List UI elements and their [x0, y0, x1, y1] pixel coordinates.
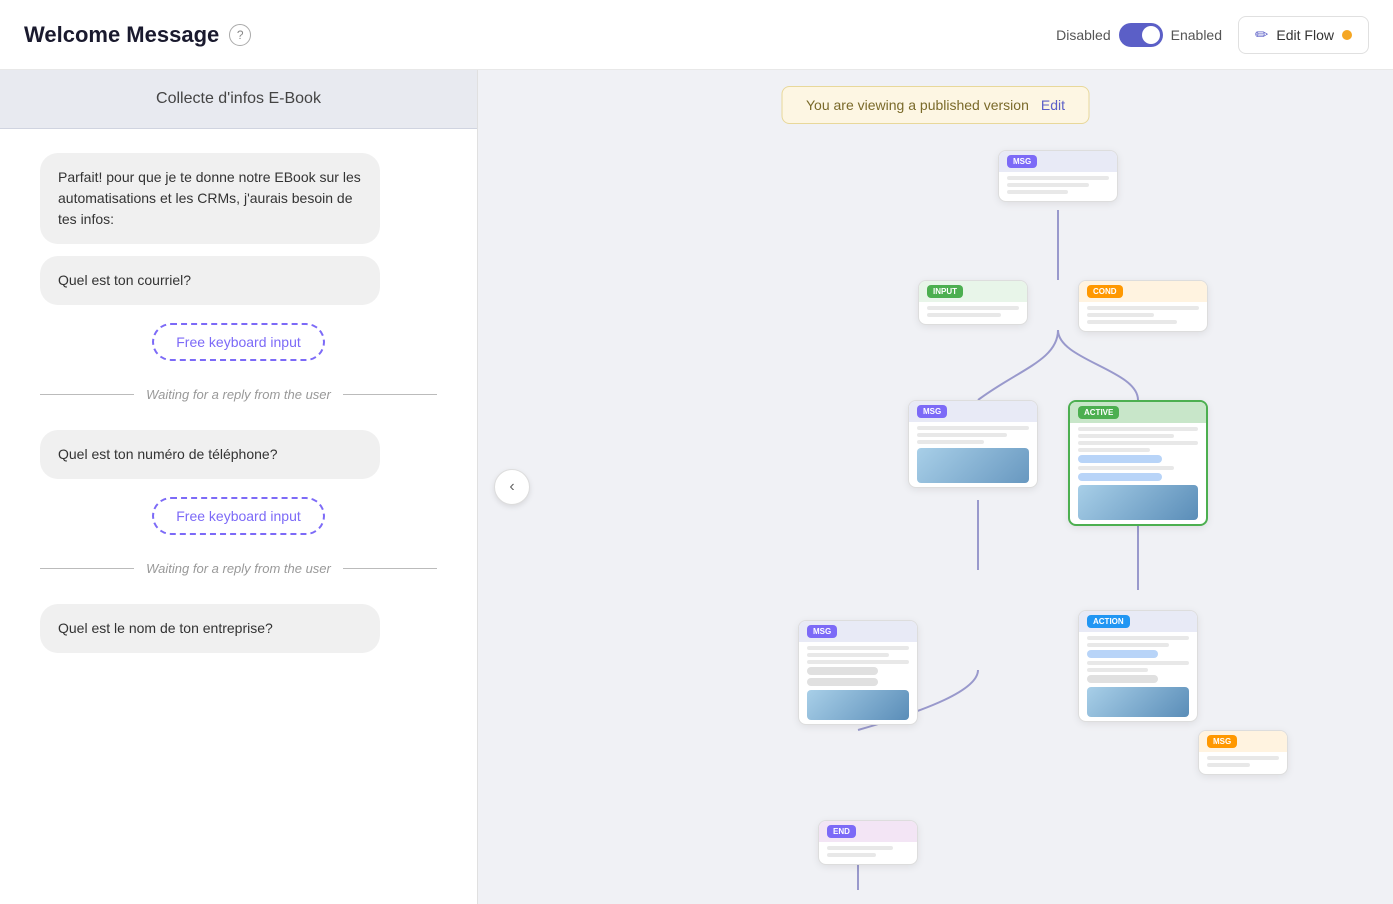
collapse-icon: ‹: [509, 478, 514, 496]
panel-title: Collecte d'infos E-Book: [156, 90, 321, 107]
flow-connector-svg: [478, 130, 1393, 904]
flow-node-2[interactable]: INPUT: [918, 280, 1028, 325]
free-keyboard-input-1[interactable]: Free keyboard input: [152, 323, 325, 361]
node-tag-7: END: [827, 825, 856, 838]
page-title: Welcome Message: [24, 22, 219, 48]
header-left: Welcome Message ?: [24, 22, 251, 48]
node-tag-4: MSG: [917, 405, 947, 418]
waiting-divider-1: Waiting for a reply from the user: [40, 387, 437, 402]
flow-node-7[interactable]: END: [818, 820, 918, 865]
node-image-2: [1078, 485, 1198, 520]
flow-canvas[interactable]: MSG INPUT: [478, 130, 1393, 904]
flow-node-8[interactable]: ACTION: [1078, 610, 1198, 722]
edit-flow-icon: ✏: [1255, 25, 1268, 45]
toggle-group: Disabled Enabled: [1056, 23, 1222, 47]
node-btn-2: [1078, 473, 1162, 481]
node-btn-5: [1087, 650, 1158, 658]
node-tag-6: MSG: [807, 625, 837, 638]
node-tag-2: INPUT: [927, 285, 963, 298]
node-btn-6: [1087, 675, 1158, 683]
enabled-toggle[interactable]: [1119, 23, 1163, 47]
node-image-4: [1087, 687, 1189, 717]
disabled-label: Disabled: [1056, 27, 1110, 43]
waiting-divider-2: Waiting for a reply from the user: [40, 561, 437, 576]
chat-bubble-4: Quel est le nom de ton entreprise?: [40, 604, 380, 653]
free-keyboard-input-2[interactable]: Free keyboard input: [152, 497, 325, 535]
node-tag-3: COND: [1087, 285, 1123, 298]
collapse-panel-button[interactable]: ‹: [494, 469, 530, 505]
flow-node-9[interactable]: MSG: [1198, 730, 1288, 775]
flow-node-5[interactable]: ACTIVE: [1068, 400, 1208, 526]
chat-bubble-1: Parfait! pour que je te donne notre EBoo…: [40, 153, 380, 244]
main-layout: Collecte d'infos E-Book Parfait! pour qu…: [0, 70, 1393, 904]
node-tag-8: ACTION: [1087, 615, 1130, 628]
panel-header: Collecte d'infos E-Book: [0, 70, 477, 129]
enabled-label: Enabled: [1171, 27, 1222, 43]
node-btn-3: [807, 667, 878, 675]
panel-content: Parfait! pour que je te donne notre EBoo…: [0, 129, 477, 689]
status-dot: [1342, 30, 1352, 40]
flow-node-6[interactable]: MSG: [798, 620, 918, 725]
edit-published-link[interactable]: Edit: [1041, 97, 1065, 113]
node-tag-1: MSG: [1007, 155, 1037, 168]
flow-node-4[interactable]: MSG: [908, 400, 1038, 488]
flow-node-1[interactable]: MSG: [998, 150, 1118, 202]
node-image-3: [807, 690, 909, 720]
header-right: Disabled Enabled ✏ Edit Flow: [1056, 16, 1369, 54]
chat-bubble-3: Quel est ton numéro de téléphone?: [40, 430, 380, 479]
published-banner: You are viewing a published version Edit: [781, 86, 1090, 124]
node-tag-9: MSG: [1207, 735, 1237, 748]
help-icon[interactable]: ?: [229, 24, 251, 46]
flow-node-3[interactable]: COND: [1078, 280, 1208, 332]
chat-bubble-2: Quel est ton courriel?: [40, 256, 380, 305]
node-btn-1: [1078, 455, 1162, 463]
left-panel: Collecte d'infos E-Book Parfait! pour qu…: [0, 70, 478, 904]
edit-flow-label: Edit Flow: [1276, 27, 1334, 43]
node-btn-4: [807, 678, 878, 686]
right-panel: ‹ You are viewing a published version Ed…: [478, 70, 1393, 904]
node-image-1: [917, 448, 1029, 483]
header: Welcome Message ? Disabled Enabled ✏ Edi…: [0, 0, 1393, 70]
node-tag-5: ACTIVE: [1078, 406, 1119, 419]
edit-flow-button[interactable]: ✏ Edit Flow: [1238, 16, 1369, 54]
